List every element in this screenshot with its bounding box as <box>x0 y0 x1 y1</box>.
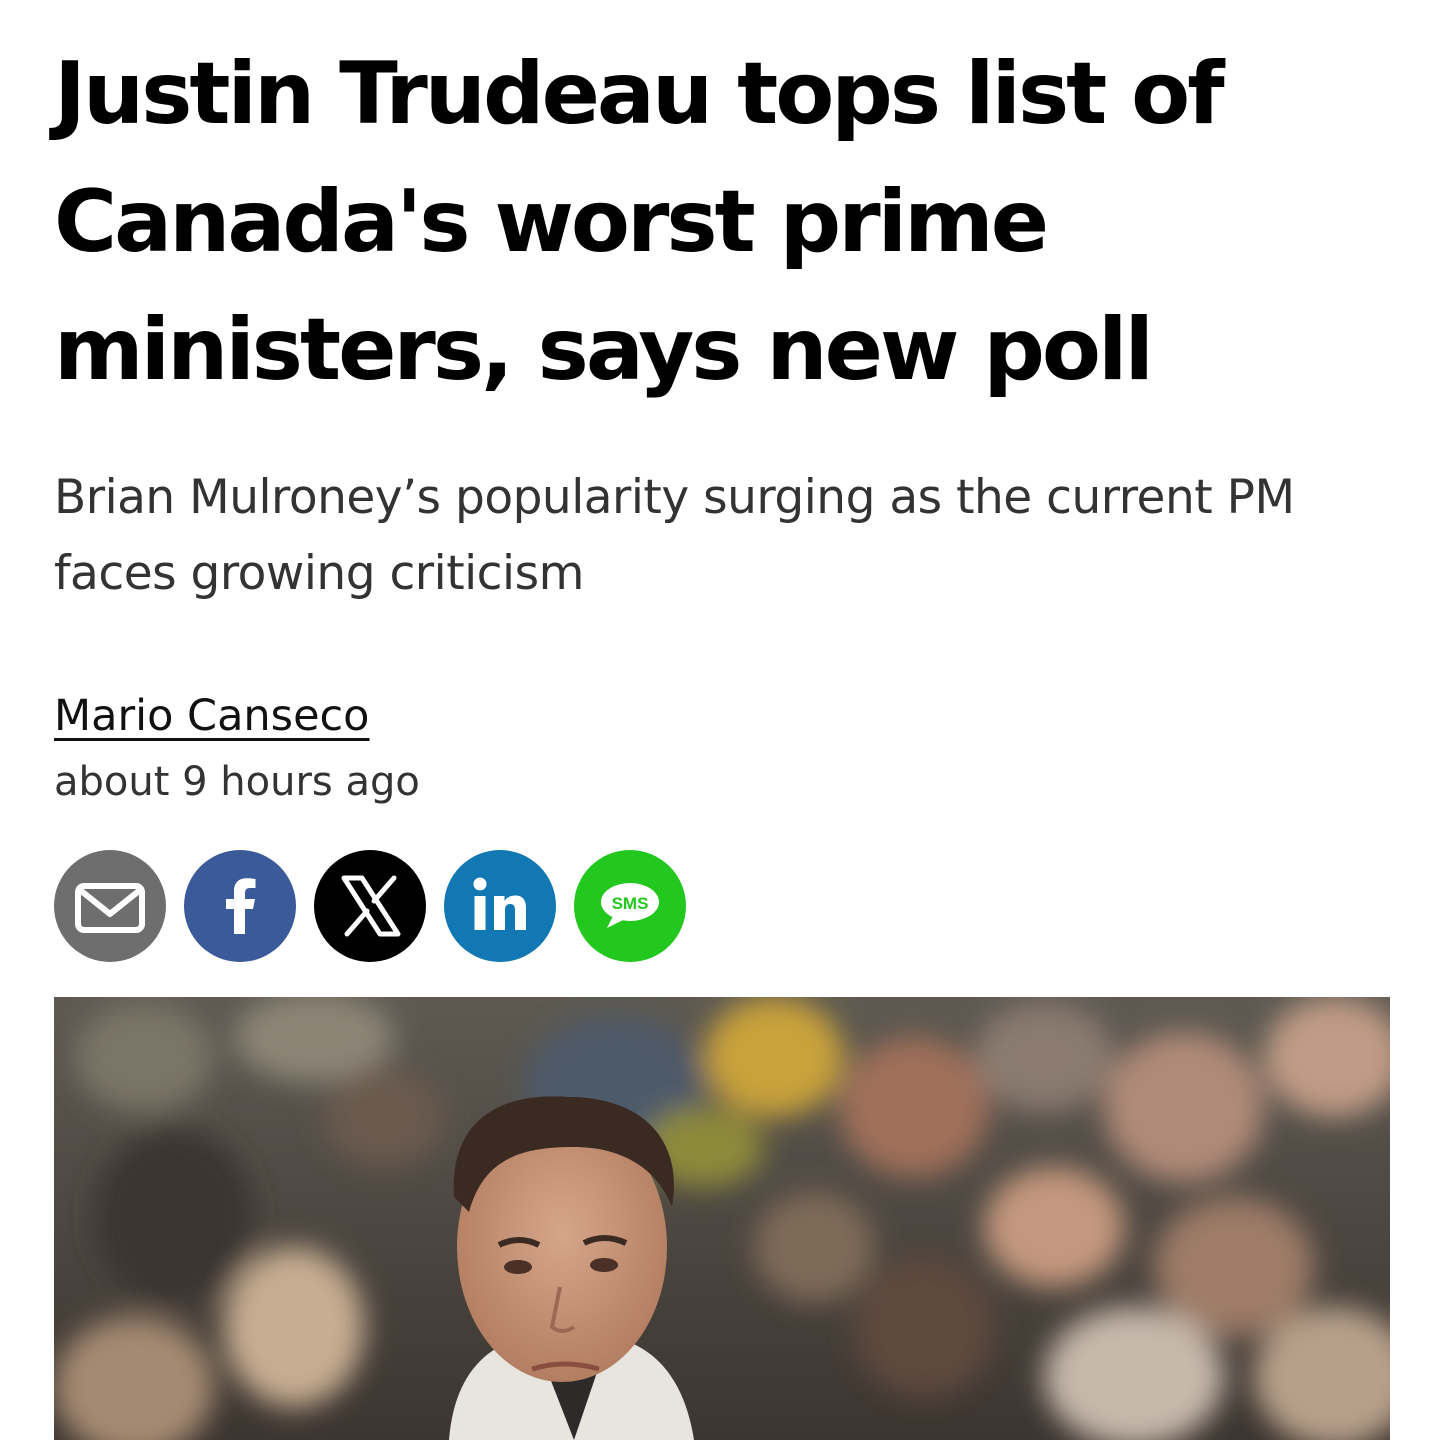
sms-bubble-icon: SMS <box>601 883 659 928</box>
foreground-person <box>449 1096 694 1440</box>
share-email-button[interactable] <box>54 850 166 962</box>
share-facebook-button[interactable] <box>184 850 296 962</box>
hero-image[interactable] <box>54 997 1390 1440</box>
article-headline: Justin Trudeau tops list of Canada's wor… <box>54 44 1225 400</box>
facebook-f-icon <box>226 878 256 934</box>
author-link[interactable]: Mario Canseco <box>54 686 370 746</box>
share-x-button[interactable] <box>314 850 426 962</box>
envelope-icon <box>75 883 145 933</box>
share-linkedin-button[interactable] <box>444 850 556 962</box>
linkedin-in-icon <box>473 877 526 930</box>
article-subheadline: Brian Mulroney’s popularity surging as t… <box>54 470 1295 601</box>
sms-label: SMS <box>612 894 649 913</box>
hero-photo <box>54 997 1390 1440</box>
share-bar: SMS <box>54 850 686 962</box>
article-page: Justin Trudeau tops list of Canada's wor… <box>0 0 1440 1440</box>
x-logo-icon <box>341 875 401 937</box>
share-sms-button[interactable]: SMS <box>574 850 686 962</box>
publish-timestamp: about 9 hours ago <box>54 759 420 805</box>
